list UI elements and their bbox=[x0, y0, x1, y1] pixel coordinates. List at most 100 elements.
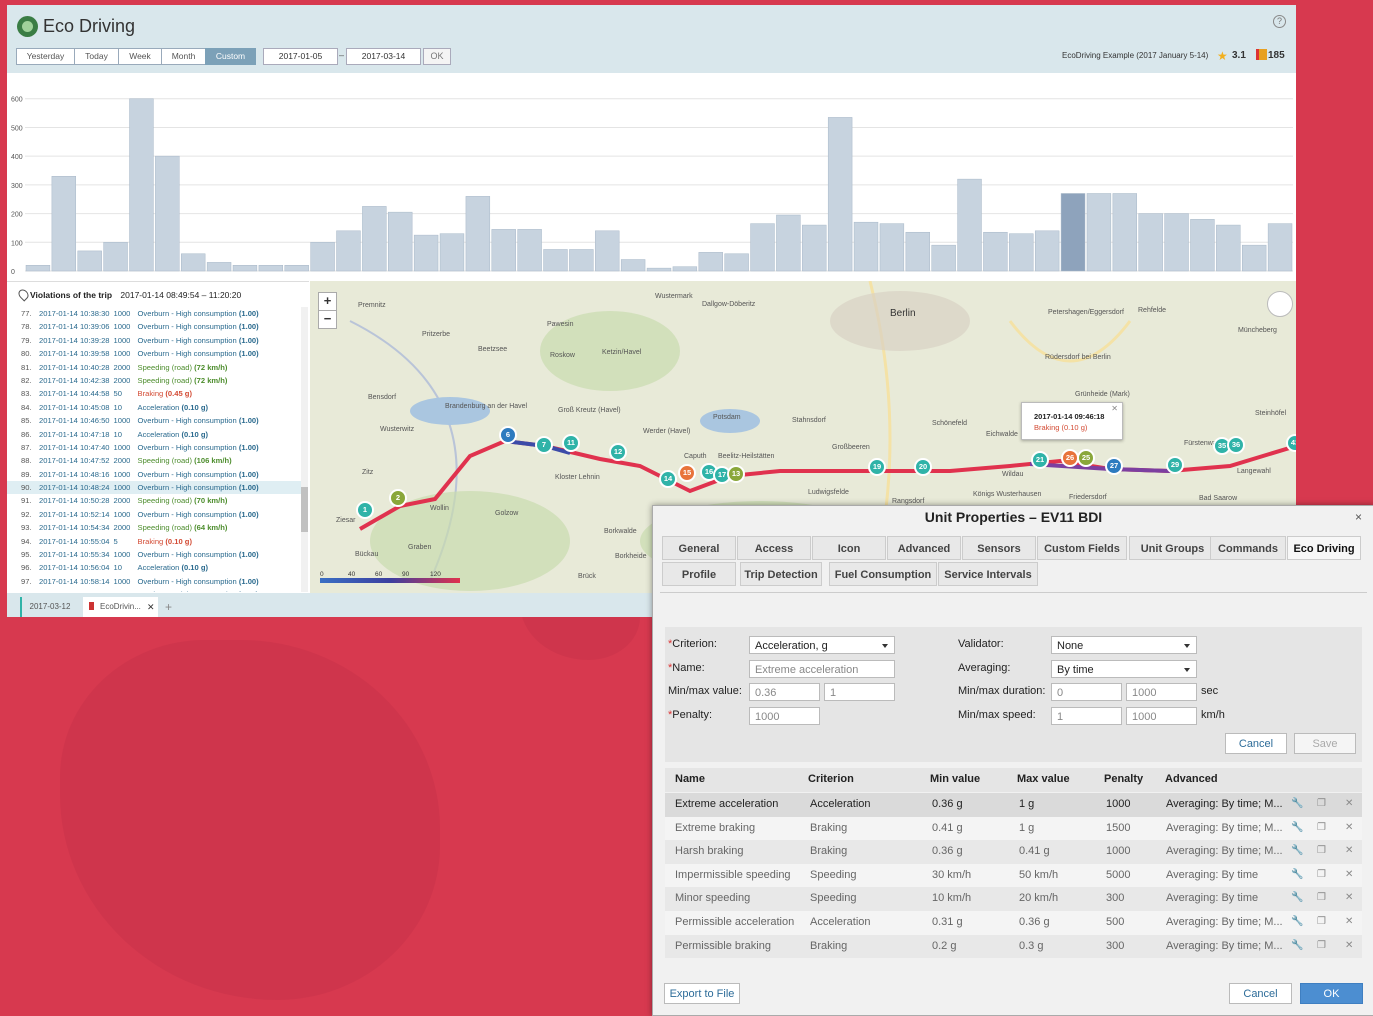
chart-bar[interactable] bbox=[77, 250, 102, 272]
chart-bar[interactable] bbox=[103, 242, 128, 272]
criteria-row[interactable]: Extreme braking Braking 0.41 g 1 g 1500 Avera… bbox=[665, 816, 1362, 841]
criteria-row[interactable]: Permissible braking Braking 0.2 g 0.3 g 300 A… bbox=[665, 934, 1362, 959]
tab-service-intervals[interactable]: Service Intervals bbox=[938, 562, 1038, 586]
close-tab-icon[interactable]: ✕ bbox=[147, 597, 155, 617]
tab-advanced[interactable]: Advanced bbox=[887, 536, 961, 560]
edit-icon[interactable]: 🔧 bbox=[1291, 822, 1303, 833]
criteria-row[interactable]: Permissible acceleration Acceleration 0.31… bbox=[665, 911, 1362, 935]
chart-bar[interactable] bbox=[1138, 213, 1163, 272]
violation-row[interactable]: 89. 2017-01-14 10:48:16 1000 Overburn - Hig… bbox=[7, 468, 301, 481]
chart-bar[interactable] bbox=[1086, 193, 1112, 272]
copy-icon[interactable]: ❐ bbox=[1317, 845, 1326, 856]
tab-unit-groups[interactable]: Unit Groups bbox=[1129, 536, 1216, 560]
violation-row[interactable]: 96. 2017-01-14 10:56:04 10 Acceleration (0.… bbox=[7, 561, 301, 574]
chart-bar[interactable] bbox=[853, 221, 879, 272]
speed-max-field[interactable]: 1000 bbox=[1126, 707, 1197, 725]
map-marker[interactable]: 2 bbox=[389, 489, 407, 507]
chart-bar[interactable] bbox=[284, 265, 309, 272]
col-penalty[interactable]: Penalty bbox=[1104, 773, 1143, 785]
violation-row[interactable]: 87. 2017-01-14 10:47:40 1000 Overburn - Hig… bbox=[7, 441, 301, 454]
col-advanced[interactable]: Advanced bbox=[1165, 773, 1218, 785]
violation-row[interactable]: 91. 2017-01-14 10:50:28 2000 Speeding (road… bbox=[7, 494, 301, 507]
chart-bar[interactable] bbox=[1190, 219, 1215, 272]
copy-icon[interactable]: ❐ bbox=[1317, 822, 1326, 833]
tab-eco-driving[interactable]: Eco Driving bbox=[1287, 536, 1361, 560]
chart-bar[interactable] bbox=[802, 224, 827, 272]
period-month-button[interactable]: Month bbox=[161, 48, 206, 65]
violation-row[interactable]: 82. 2017-01-14 10:42:38 2000 Speeding (road… bbox=[7, 374, 301, 387]
tab-sensors[interactable]: Sensors bbox=[962, 536, 1036, 560]
chart-bar[interactable] bbox=[181, 253, 206, 272]
chart-bar[interactable] bbox=[827, 117, 853, 272]
chart-bar[interactable] bbox=[957, 178, 982, 272]
delete-icon[interactable]: ✕ bbox=[1345, 822, 1353, 833]
chart-bar[interactable] bbox=[1060, 193, 1086, 272]
violation-row[interactable]: 88. 2017-01-14 10:47:52 2000 Speeding (road… bbox=[7, 454, 301, 467]
violations-list[interactable]: 77. 2017-01-14 10:38:30 1000 Overburn - Hig… bbox=[7, 307, 301, 592]
violation-row[interactable]: 84. 2017-01-14 10:45:08 10 Acceleration (0.… bbox=[7, 401, 301, 414]
map-marker[interactable]: 6 bbox=[499, 426, 517, 444]
layers-icon[interactable] bbox=[1267, 291, 1293, 317]
tab-commands[interactable]: Commands bbox=[1210, 536, 1286, 560]
map-marker[interactable]: 11 bbox=[562, 434, 580, 452]
add-tab-icon[interactable]: + bbox=[165, 597, 172, 617]
violation-row[interactable]: 85. 2017-01-14 10:46:50 1000 Overburn - Hig… bbox=[7, 414, 301, 427]
delete-icon[interactable]: ✕ bbox=[1345, 845, 1353, 856]
map-marker[interactable]: 21 bbox=[1031, 451, 1049, 469]
date-from-input[interactable]: 2017-01-05 bbox=[263, 48, 338, 65]
delete-icon[interactable]: ✕ bbox=[1345, 916, 1353, 927]
chart-bar[interactable] bbox=[905, 231, 930, 272]
map-marker[interactable]: 19 bbox=[868, 458, 886, 476]
tab-custom-fields[interactable]: Custom Fields bbox=[1037, 536, 1127, 560]
chart-bar[interactable] bbox=[724, 253, 749, 272]
duration-max-field[interactable]: 1000 bbox=[1126, 683, 1197, 701]
apply-dates-button[interactable]: OK bbox=[423, 48, 451, 65]
violation-row[interactable]: 86. 2017-01-14 10:47:18 10 Acceleration (0.… bbox=[7, 428, 301, 441]
chart-bar[interactable] bbox=[517, 229, 542, 272]
chart-bar[interactable] bbox=[1267, 223, 1293, 272]
violation-row[interactable]: 78. 2017-01-14 10:39:06 1000 Overburn - Hig… bbox=[7, 320, 301, 333]
violation-row[interactable]: 77. 2017-01-14 10:38:30 1000 Overburn - Hig… bbox=[7, 307, 301, 320]
name-field[interactable]: Extreme acceleration bbox=[749, 660, 895, 678]
criteria-row[interactable]: Minor speeding Speeding 10 km/h 20 km/h 300 A… bbox=[665, 887, 1362, 911]
copy-icon[interactable]: ❐ bbox=[1317, 798, 1326, 809]
violation-row[interactable]: 83. 2017-01-14 10:44:58 50 Braking (0.45 g) bbox=[7, 387, 301, 400]
chart-bar[interactable] bbox=[1216, 224, 1241, 272]
chart-bar[interactable] bbox=[129, 98, 154, 272]
speed-min-field[interactable]: 1 bbox=[1051, 707, 1122, 725]
map-marker[interactable]: 14 bbox=[659, 470, 677, 488]
chart-bar[interactable] bbox=[465, 196, 491, 272]
chart-bar[interactable] bbox=[620, 259, 646, 272]
dialog-cancel-button[interactable]: Cancel bbox=[1229, 983, 1292, 1004]
chart-bar[interactable] bbox=[1034, 230, 1060, 272]
criterion-select[interactable]: Acceleration, g bbox=[749, 636, 895, 654]
delete-icon[interactable]: ✕ bbox=[1345, 869, 1353, 880]
col-min-value[interactable]: Min value bbox=[930, 773, 980, 785]
chart-bar[interactable] bbox=[388, 211, 413, 272]
dialog-ok-button[interactable]: OK bbox=[1300, 983, 1363, 1004]
max-value-field[interactable]: 1 bbox=[824, 683, 895, 701]
copy-icon[interactable]: ❐ bbox=[1317, 940, 1326, 951]
delete-icon[interactable]: ✕ bbox=[1345, 798, 1353, 809]
violation-row[interactable]: 93. 2017-01-14 10:54:34 2000 Speeding (road… bbox=[7, 521, 301, 534]
map-marker[interactable]: 13 bbox=[727, 465, 745, 483]
chart-bar[interactable] bbox=[336, 230, 361, 272]
chart-bar[interactable] bbox=[491, 229, 516, 272]
scrollbar-thumb[interactable] bbox=[301, 487, 308, 532]
chart-bar[interactable] bbox=[646, 267, 672, 272]
period-custom-button[interactable]: Custom bbox=[205, 48, 256, 65]
tab-fuel-consumption[interactable]: Fuel Consumption bbox=[829, 562, 937, 586]
chart-bar[interactable] bbox=[1009, 233, 1034, 272]
averaging-select[interactable]: By time bbox=[1051, 660, 1197, 678]
zoom-in-button[interactable]: + bbox=[318, 292, 337, 311]
delete-icon[interactable]: ✕ bbox=[1345, 940, 1353, 951]
violation-row[interactable]: 92. 2017-01-14 10:52:14 1000 Overburn - Hig… bbox=[7, 508, 301, 521]
map-marker[interactable]: 36 bbox=[1227, 436, 1245, 454]
edit-icon[interactable]: 🔧 bbox=[1291, 798, 1303, 809]
col-name[interactable]: Name bbox=[675, 773, 705, 785]
chart-bar[interactable] bbox=[1241, 244, 1267, 272]
violation-row[interactable]: 80. 2017-01-14 10:39:58 1000 Overburn - Hig… bbox=[7, 347, 301, 360]
chart-bar[interactable] bbox=[931, 244, 956, 272]
edit-icon[interactable]: 🔧 bbox=[1291, 916, 1303, 927]
map-marker[interactable]: 7 bbox=[535, 436, 553, 454]
